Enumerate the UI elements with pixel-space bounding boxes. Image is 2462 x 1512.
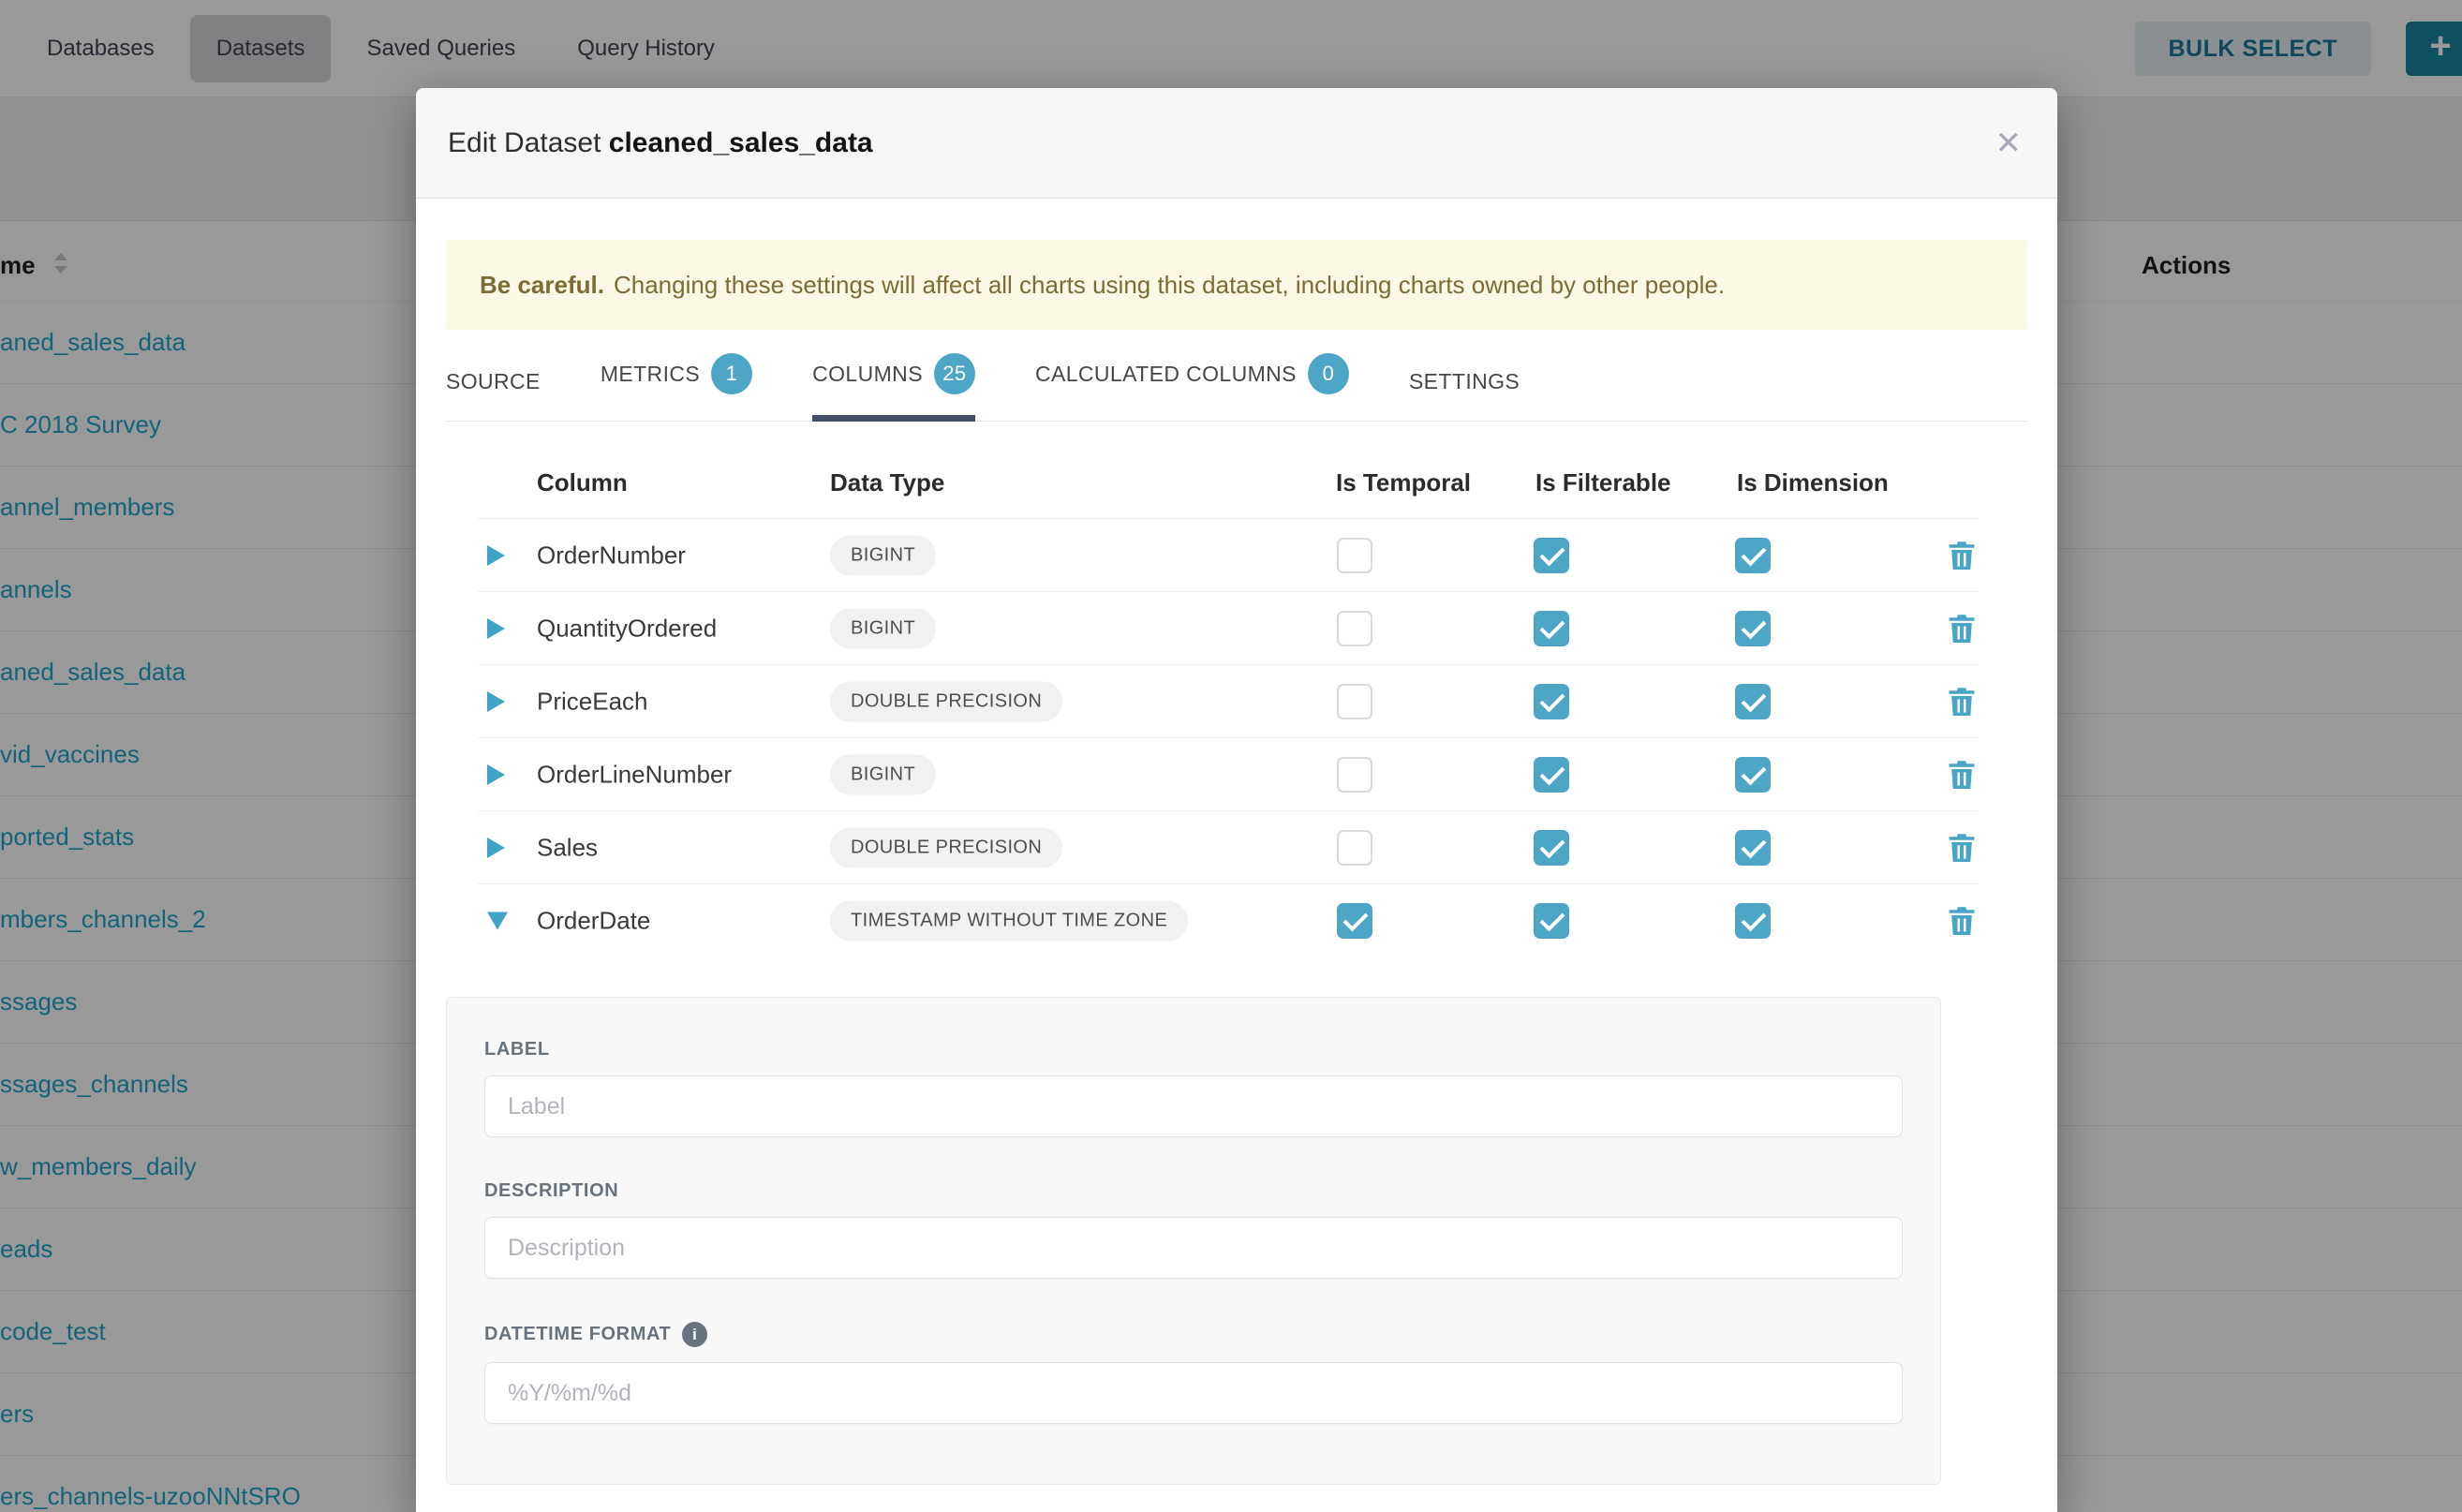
column-row-orderdate: OrderDate TIMESTAMP WITHOUT TIME ZONE: [478, 884, 1979, 957]
column-row-quantityordered: QuantityOrdered BIGINT: [478, 592, 1979, 665]
tab-label: COLUMNS: [812, 362, 923, 387]
info-icon[interactable]: i: [682, 1322, 707, 1347]
tab-source[interactable]: SOURCE: [446, 369, 541, 422]
is-filterable-header: Is Filterable: [1535, 468, 1671, 497]
is-filterable-checkbox[interactable]: [1534, 538, 1569, 573]
is-temporal-header: Is Temporal: [1336, 468, 1471, 497]
column-name: OrderDate: [537, 907, 650, 936]
columns-table-body: OrderNumber BIGINT QuantityOrdered BIGIN…: [478, 519, 1979, 957]
columns-table: Column Data Type Is Temporal Is Filterab…: [478, 446, 1979, 957]
expand-caret-icon[interactable]: [487, 545, 505, 566]
count-badge: 1: [711, 353, 752, 394]
warning-bold: Be careful.: [480, 271, 604, 300]
is-dimension-checkbox[interactable]: [1735, 611, 1771, 646]
column-name: PriceEach: [537, 687, 648, 716]
datetime-field-label: DATETIME FORMAT: [484, 1324, 671, 1345]
delete-icon[interactable]: [1945, 685, 1979, 719]
tab-label: SOURCE: [446, 369, 541, 394]
column-name: QuantityOrdered: [537, 614, 717, 643]
count-badge: 25: [934, 353, 975, 394]
tab-settings[interactable]: SETTINGS: [1409, 369, 1520, 422]
label-input[interactable]: [484, 1075, 1903, 1137]
description-field-label: DESCRIPTION: [484, 1180, 1903, 1202]
is-temporal-checkbox[interactable]: [1337, 757, 1372, 793]
tab-columns[interactable]: COLUMNS 25: [812, 353, 975, 422]
column-detail-panel: LABEL DESCRIPTION DATETIME FORMAT i: [446, 997, 1941, 1485]
data-type-header: Data Type: [830, 468, 944, 497]
tab-label: METRICS: [601, 362, 700, 387]
expand-caret-icon[interactable]: [487, 618, 505, 639]
is-filterable-checkbox[interactable]: [1534, 830, 1569, 866]
label-field: LABEL: [484, 1039, 1903, 1137]
is-temporal-checkbox[interactable]: [1337, 830, 1372, 866]
column-row-ordernumber: OrderNumber BIGINT: [478, 519, 1979, 592]
label-field-label: LABEL: [484, 1039, 1903, 1060]
delete-icon[interactable]: [1945, 831, 1979, 865]
column-header: Column: [537, 468, 628, 497]
tab-metrics[interactable]: METRICS 1: [601, 353, 752, 422]
warning-banner: Be careful. Changing these settings will…: [446, 240, 2027, 330]
is-dimension-header: Is Dimension: [1737, 468, 1889, 497]
datetime-format-field: DATETIME FORMAT i: [484, 1322, 1903, 1424]
is-dimension-checkbox[interactable]: [1735, 830, 1771, 866]
edit-dataset-modal: Edit Dataset cleaned_sales_data ✕ Be car…: [416, 88, 2057, 1512]
is-temporal-checkbox[interactable]: [1337, 538, 1372, 573]
modal-body: Be careful. Changing these settings will…: [416, 240, 2057, 1485]
expand-caret-icon[interactable]: [487, 691, 505, 712]
data-type-pill: DOUBLE PRECISION: [830, 681, 1062, 721]
expand-caret-icon[interactable]: [487, 764, 505, 785]
close-icon[interactable]: ✕: [1995, 127, 2023, 159]
columns-table-header: Column Data Type Is Temporal Is Filterab…: [478, 446, 1979, 519]
is-dimension-checkbox[interactable]: [1735, 538, 1771, 573]
column-row-sales: Sales DOUBLE PRECISION: [478, 811, 1979, 884]
delete-icon[interactable]: [1945, 539, 1979, 572]
is-filterable-checkbox[interactable]: [1534, 903, 1569, 939]
data-type-pill: BIGINT: [830, 754, 936, 794]
datetime-format-input[interactable]: [484, 1362, 1903, 1424]
expand-caret-icon[interactable]: [487, 838, 505, 858]
is-temporal-checkbox[interactable]: [1337, 611, 1372, 646]
column-name: Sales: [537, 833, 598, 862]
column-row-orderlinenumber: OrderLineNumber BIGINT: [478, 738, 1979, 811]
modal-title-prefix: Edit Dataset: [448, 127, 601, 158]
data-type-pill: DOUBLE PRECISION: [830, 827, 1062, 867]
count-badge: 0: [1308, 353, 1349, 394]
delete-icon[interactable]: [1945, 612, 1979, 645]
description-input[interactable]: [484, 1217, 1903, 1279]
modal-header: Edit Dataset cleaned_sales_data ✕: [416, 88, 2057, 199]
expand-caret-icon[interactable]: [487, 912, 508, 930]
is-filterable-checkbox[interactable]: [1534, 684, 1569, 719]
tab-calculated-columns[interactable]: CALCULATED COLUMNS 0: [1035, 353, 1349, 422]
tab-label: SETTINGS: [1409, 369, 1520, 394]
description-field: DESCRIPTION: [484, 1180, 1903, 1279]
warning-text: Changing these settings will affect all …: [614, 271, 1725, 300]
is-temporal-checkbox[interactable]: [1337, 903, 1372, 939]
is-filterable-checkbox[interactable]: [1534, 611, 1569, 646]
modal-tabs: SOURCEMETRICS1COLUMNS25CALCULATED COLUMN…: [446, 360, 2027, 422]
data-type-pill: BIGINT: [830, 608, 936, 648]
column-row-priceeach: PriceEach DOUBLE PRECISION: [478, 665, 1979, 738]
is-filterable-checkbox[interactable]: [1534, 757, 1569, 793]
is-dimension-checkbox[interactable]: [1735, 757, 1771, 793]
is-dimension-checkbox[interactable]: [1735, 903, 1771, 939]
modal-dataset-name: cleaned_sales_data: [609, 127, 873, 158]
delete-icon[interactable]: [1945, 904, 1979, 938]
data-type-pill: TIMESTAMP WITHOUT TIME ZONE: [830, 901, 1188, 941]
tab-label: CALCULATED COLUMNS: [1035, 362, 1297, 387]
column-name: OrderLineNumber: [537, 760, 732, 789]
column-name: OrderNumber: [537, 541, 686, 570]
is-temporal-checkbox[interactable]: [1337, 684, 1372, 719]
delete-icon[interactable]: [1945, 758, 1979, 792]
data-type-pill: BIGINT: [830, 535, 936, 575]
modal-title: Edit Dataset cleaned_sales_data: [448, 127, 873, 159]
is-dimension-checkbox[interactable]: [1735, 684, 1771, 719]
